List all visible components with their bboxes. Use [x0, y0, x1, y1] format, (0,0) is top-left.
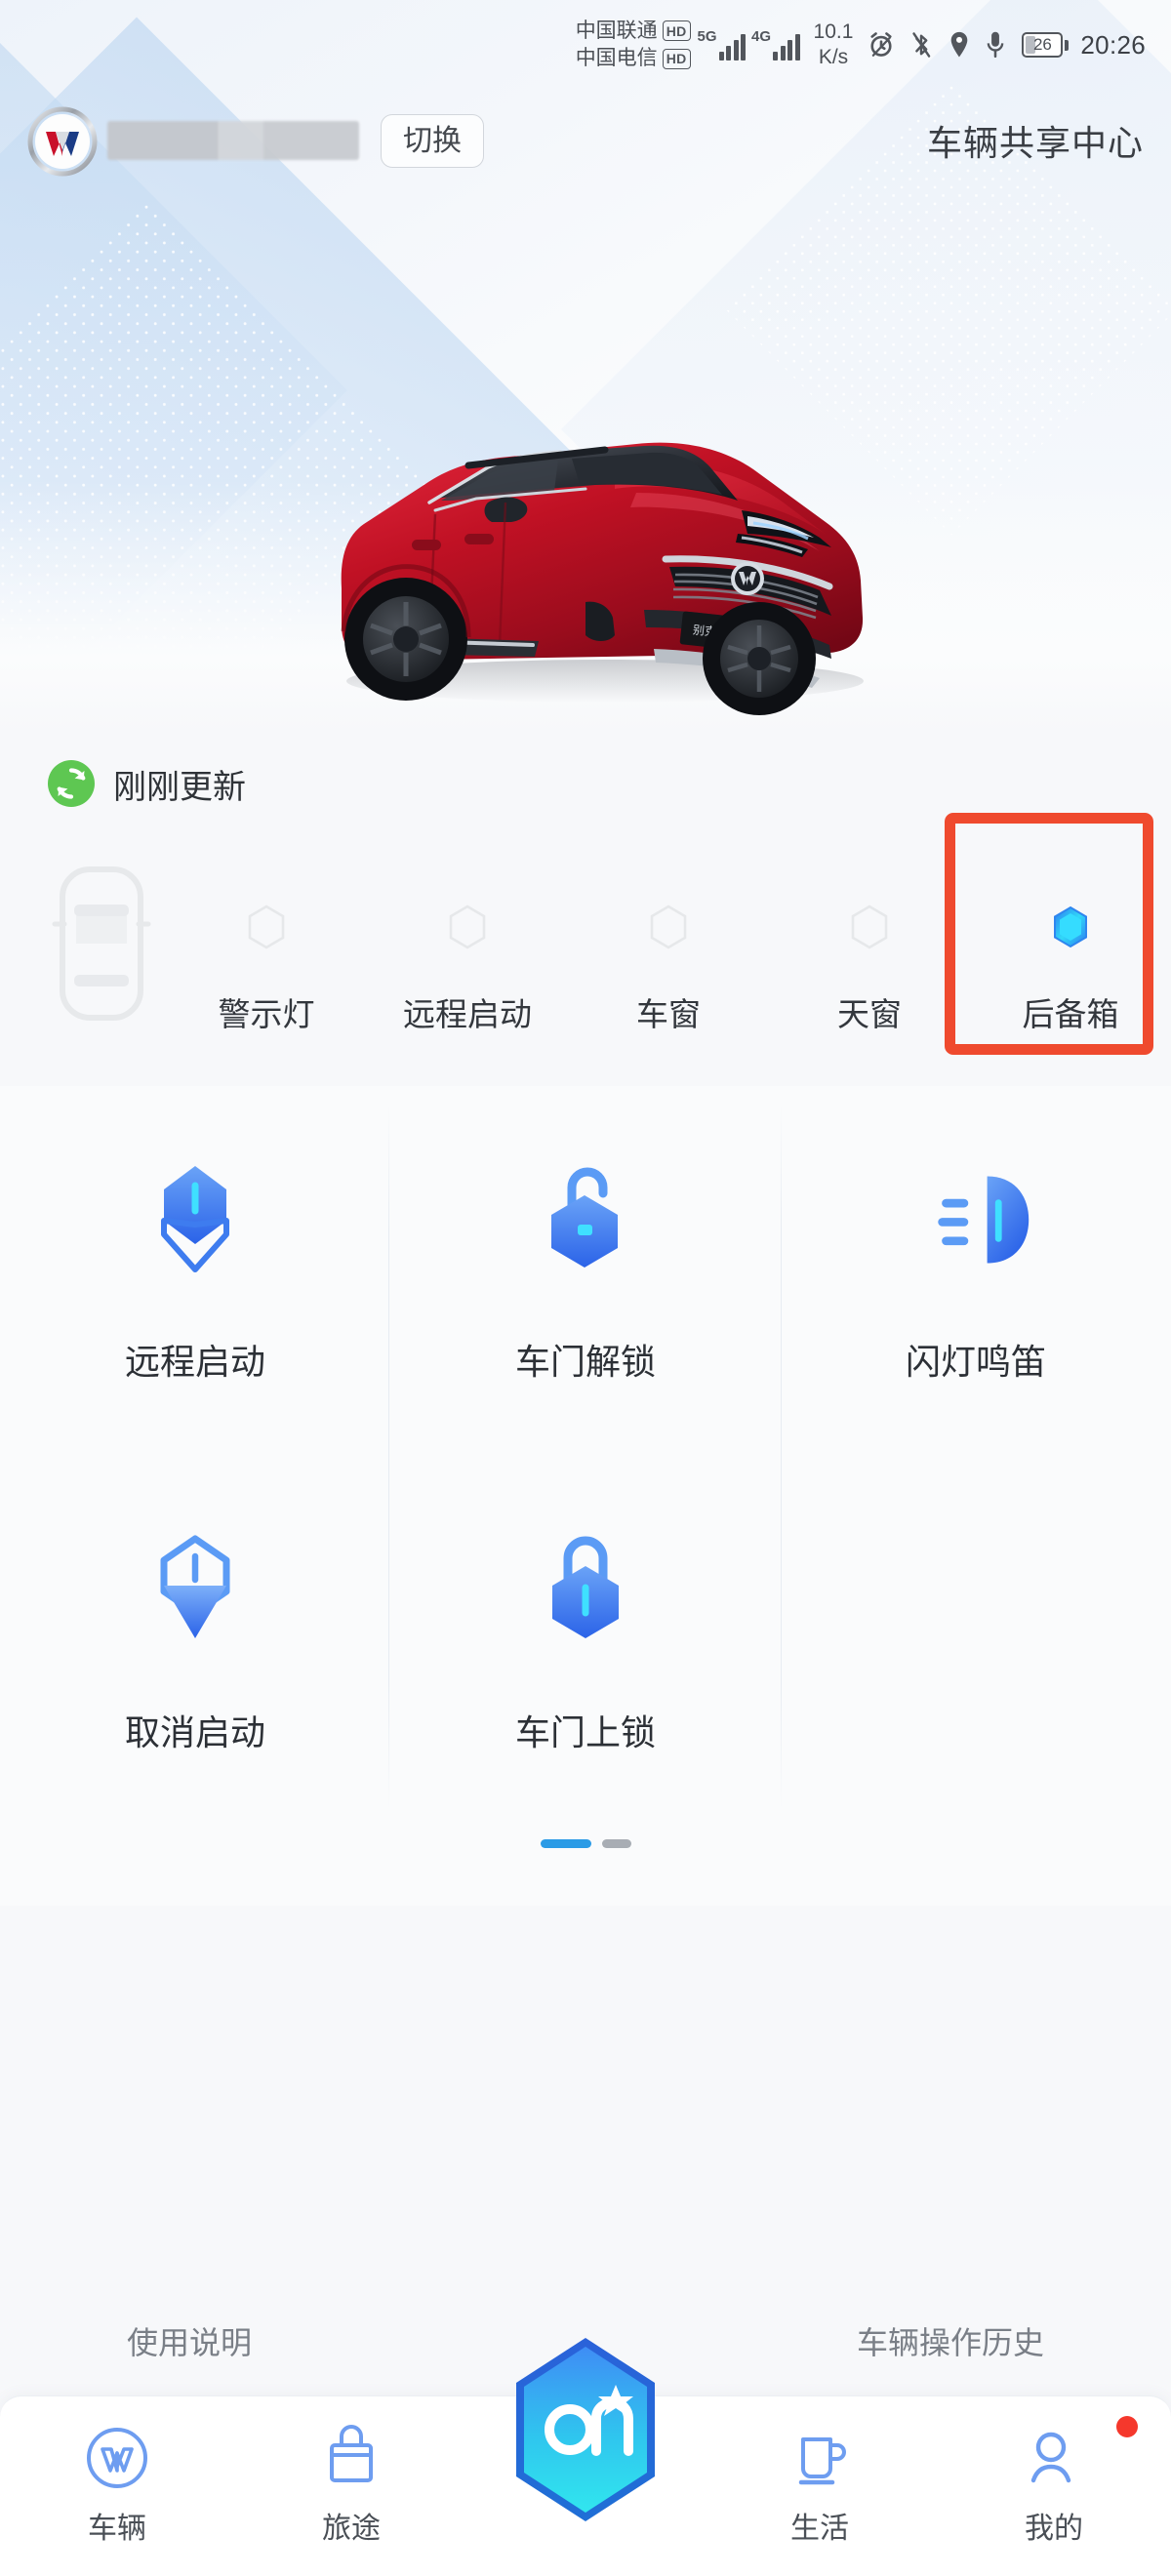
signal-primary: 5G: [698, 29, 747, 60]
hexagon-icon: [248, 905, 285, 949]
vehicle-controls-card: 远程启动 车门解锁 闪灯鸣笛 取消启动 车门上锁: [0, 1086, 1171, 1906]
status-item-label: 车窗: [636, 996, 701, 1032]
status-item-sunroof[interactable]: 天窗: [769, 834, 970, 1035]
network-type-primary: 5G: [697, 28, 717, 45]
onstar-logo-icon[interactable]: [506, 2334, 665, 2525]
profile-icon: [1016, 2420, 1092, 2496]
control-label: 取消启动: [124, 1712, 265, 1752]
tab-life[interactable]: 生活: [703, 2396, 937, 2547]
battery-percent: 26: [1032, 35, 1052, 54]
controls-grid: 远程启动 车门解锁 闪灯鸣笛 取消启动 车门上锁: [0, 1086, 1171, 1828]
hexagon-icon: [650, 905, 687, 949]
pager-dot-active[interactable]: [540, 1839, 591, 1848]
control-remote-start[interactable]: 远程启动: [0, 1086, 390, 1457]
hexagon-icon: [1054, 906, 1087, 948]
carrier-info: 中国联通 HD 中国电信 HD: [576, 18, 691, 73]
status-item-trunk[interactable]: 后备箱: [970, 834, 1171, 1035]
control-door-unlock[interactable]: 车门解锁: [390, 1086, 781, 1457]
vehicle-image: 别克昂科威S: [0, 337, 1171, 746]
signal-bars-icon-secondary: [773, 31, 800, 60]
control-label: 车门上锁: [514, 1712, 656, 1752]
status-items: 警示灯 远程启动 车窗 天窗 后备箱: [166, 834, 1171, 1068]
tab-label: 我的: [1025, 2513, 1083, 2545]
page-title: 车辆共享中心: [926, 123, 1144, 163]
network-type-secondary: 4G: [751, 28, 772, 45]
app-header: 切换 车辆共享中心: [0, 90, 1171, 191]
clock: 20:26: [1080, 29, 1146, 60]
tab-label: 生活: [790, 2513, 849, 2545]
instructions-link[interactable]: 使用说明: [127, 2318, 252, 2363]
tab-onstar[interactable]: [468, 2338, 703, 2521]
tab-vehicle[interactable]: 车辆: [0, 2396, 234, 2547]
network-speed-value: 10.1: [813, 20, 854, 43]
battery-icon: 26: [1022, 32, 1070, 58]
cancel-start-icon: [137, 1529, 254, 1654]
control-label: 车门解锁: [514, 1342, 656, 1382]
status-bar: 中国联通 HD 中国电信 HD 5G 4G 10.1 K/s 26 20:26: [0, 0, 1171, 90]
tab-label: 车辆: [88, 2513, 146, 2545]
carrier-name-secondary: 中国电信: [575, 47, 658, 69]
control-empty-slot: [781, 1457, 1171, 1828]
control-flash-horn[interactable]: 闪灯鸣笛: [781, 1086, 1171, 1457]
tab-label: 旅途: [322, 2513, 381, 2545]
location-icon: [951, 31, 968, 58]
system-icons: 26: [867, 30, 1070, 60]
operation-history-link[interactable]: 车辆操作历史: [857, 2318, 1044, 2363]
signal-secondary: 4G: [751, 29, 800, 60]
profile-notification-badge: [1116, 2416, 1138, 2437]
signal-bars-icon-primary: [718, 31, 747, 60]
vehicle-icon: [79, 2420, 155, 2496]
status-item-label: 后备箱: [1022, 996, 1119, 1032]
hexagon-icon: [449, 905, 486, 949]
control-label: 远程启动: [124, 1342, 265, 1382]
account-name-redacted: [107, 121, 359, 160]
journey-bag-icon: [313, 2420, 389, 2496]
network-speed-unit: K/s: [818, 46, 849, 68]
hd-badge-secondary: HD: [662, 48, 691, 69]
pager-dot-inactive[interactable]: [601, 1839, 631, 1848]
vehicle-status-strip: 警示灯 远程启动 车窗 天窗 后备箱: [0, 834, 1171, 1068]
unlock-icon: [527, 1158, 644, 1283]
hd-badge-primary: HD: [662, 20, 691, 42]
lock-icon: [527, 1529, 644, 1654]
control-door-lock[interactable]: 车门上锁: [390, 1457, 781, 1828]
status-item-warning-light[interactable]: 警示灯: [166, 834, 367, 1035]
control-label: 闪灯鸣笛: [905, 1342, 1046, 1382]
status-item-window[interactable]: 车窗: [568, 834, 769, 1035]
status-item-label: 远程启动: [403, 996, 532, 1032]
control-cancel-start[interactable]: 取消启动: [0, 1457, 390, 1828]
update-status[interactable]: 刚刚更新: [47, 759, 246, 808]
buick-logo-icon: [23, 101, 101, 180]
network-speed: 10.1 K/s: [814, 20, 854, 71]
update-status-text: 刚刚更新: [113, 768, 246, 806]
alarm-icon: [870, 32, 892, 57]
tab-profile[interactable]: 我的: [937, 2396, 1171, 2547]
hexagon-icon: [851, 905, 888, 949]
bluetooth-off-icon: [912, 32, 931, 58]
car-top-view-icon: [52, 866, 151, 1021]
controls-pager[interactable]: [0, 1839, 1171, 1848]
bottom-tab-bar: 车辆 旅途 生活 我的: [0, 2338, 1171, 2576]
status-item-remote-start[interactable]: 远程启动: [367, 834, 568, 1035]
refresh-icon[interactable]: [47, 759, 96, 808]
flash-horn-icon: [917, 1158, 1034, 1283]
carrier-row-secondary: 中国电信 HD: [576, 45, 691, 72]
remote-start-icon: [137, 1158, 254, 1283]
microphone-icon: [988, 31, 1004, 59]
signal-group: 5G 4G: [698, 29, 806, 60]
tab-journey[interactable]: 旅途: [234, 2396, 468, 2547]
carrier-name-primary: 中国联通: [575, 19, 658, 42]
life-cup-icon: [782, 2420, 858, 2496]
switch-vehicle-button[interactable]: 切换: [381, 113, 484, 168]
status-item-label: 警示灯: [218, 996, 315, 1032]
status-item-label: 天窗: [837, 996, 902, 1032]
carrier-row-primary: 中国联通 HD: [576, 18, 691, 45]
